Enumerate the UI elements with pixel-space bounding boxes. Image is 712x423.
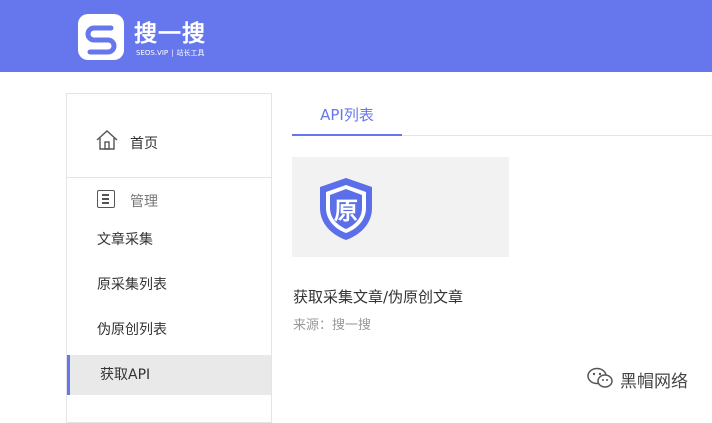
top-header: 搜一搜 SEOS.VIP | 站长工具 (0, 0, 712, 72)
shield-badge-char: 原 (334, 197, 358, 225)
sidebar-item-get-api[interactable]: 获取API (67, 355, 271, 395)
sidebar-item-collect-list[interactable]: 原采集列表 (67, 265, 271, 305)
tab-api-list[interactable]: API列表 (292, 96, 402, 136)
shield-badge-icon: 原 (320, 178, 372, 240)
sidebar-section-manage: 管理 (67, 188, 271, 212)
house-icon (96, 130, 118, 150)
api-card-source: 来源：搜一搜 (293, 318, 372, 333)
sidebar-item-home[interactable]: 首页 (67, 94, 271, 178)
brand-title[interactable]: 搜一搜 (134, 14, 206, 48)
brand-divider: | (171, 49, 174, 57)
sidebar-item-rewrite-list[interactable]: 伪原创列表 (67, 310, 271, 350)
api-card-title[interactable]: 获取采集文章/伪原创文章 (293, 286, 463, 307)
brand-subtitle: SEOS.VIP | 站长工具 (136, 48, 204, 58)
list-box-icon (97, 190, 115, 208)
s-logo-icon[interactable] (77, 13, 125, 61)
sidebar-item-label: 首页 (130, 136, 158, 152)
wechat-icon (587, 367, 613, 388)
api-card-thumbnail[interactable]: 原 (292, 157, 509, 257)
sidebar-section-label: 管理 (130, 194, 158, 210)
sidebar-item-article-collect[interactable]: 文章采集 (67, 220, 271, 260)
brand-tagline: 站长工具 (176, 49, 205, 57)
watermark-text: 黑帽网络 (620, 372, 688, 392)
brand-domain: SEOS.VIP (136, 49, 169, 57)
sidebar: 首页 管理 文章采集 原采集列表 伪原创列表 获取API (66, 93, 272, 423)
tab-bar: API列表 (292, 96, 712, 136)
